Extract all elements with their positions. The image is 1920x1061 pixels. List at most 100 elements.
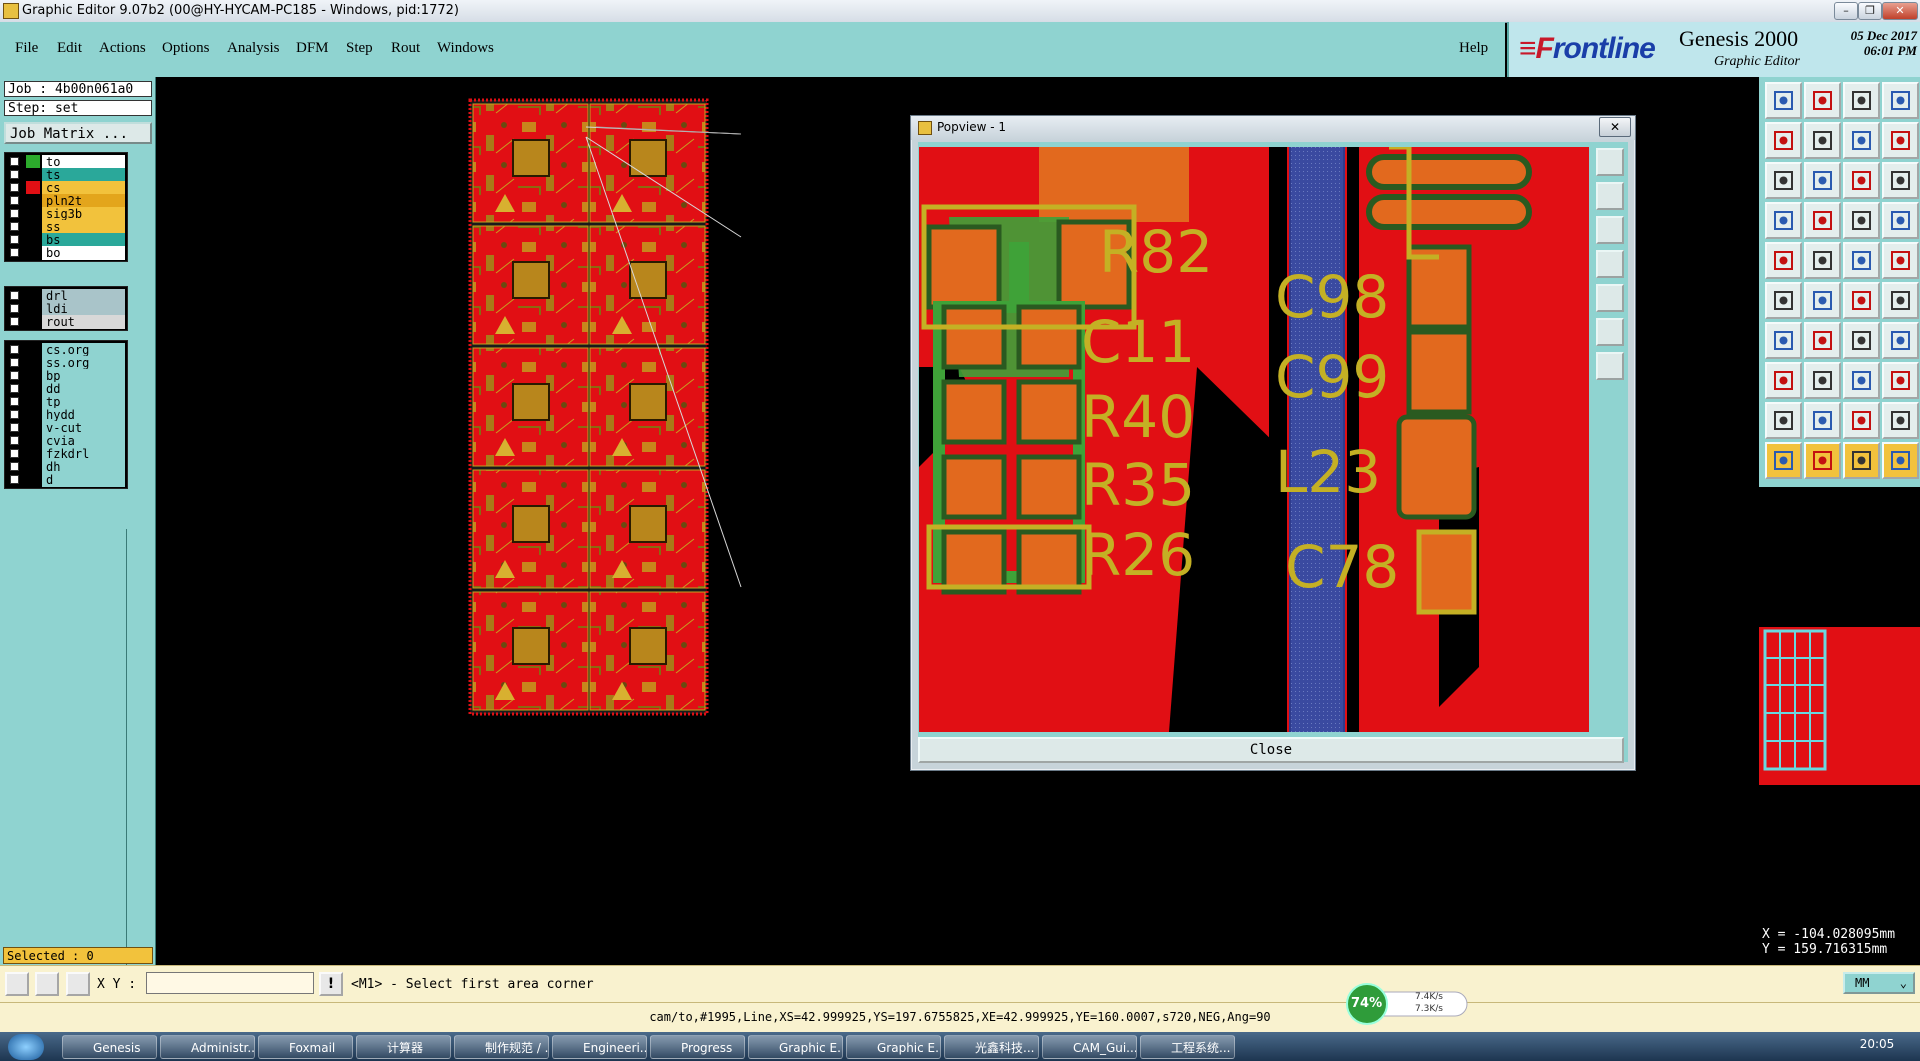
tool-button-0-0[interactable] [1765, 82, 1802, 119]
tool-button-9-1[interactable] [1804, 442, 1841, 479]
tool-button-2-3[interactable] [1882, 162, 1919, 199]
layer-checkbox[interactable] [10, 291, 19, 300]
menu-windows[interactable]: Windows [437, 40, 494, 57]
tool-button-7-1[interactable] [1804, 362, 1841, 399]
tool-button-5-1[interactable] [1804, 282, 1841, 319]
tool-button-5-3[interactable] [1882, 282, 1919, 319]
layer-row-bo[interactable]: bo [5, 245, 127, 261]
menu-step[interactable]: Step [346, 40, 373, 57]
layer-checkbox[interactable] [10, 462, 19, 471]
menu-file[interactable]: File [15, 40, 38, 57]
layer-checkbox[interactable] [10, 304, 19, 313]
tool-button-3-0[interactable] [1765, 202, 1802, 239]
menu-edit[interactable]: Edit [57, 40, 82, 57]
layer-name[interactable]: d [42, 473, 125, 487]
menu-dfm[interactable]: DFM [296, 40, 329, 57]
tool-button-1-1[interactable] [1804, 122, 1841, 159]
layer-checkbox[interactable] [10, 170, 19, 179]
tool-button-7-3[interactable] [1882, 362, 1919, 399]
tool-button-4-2[interactable] [1843, 242, 1880, 279]
layer-checkbox[interactable] [10, 209, 19, 218]
tool-button-6-0[interactable] [1765, 322, 1802, 359]
layer-row-d[interactable]: d [5, 472, 127, 488]
menu-analysis[interactable]: Analysis [227, 40, 280, 57]
taskbar-item[interactable]: Graphic E... [846, 1035, 941, 1059]
popview-tool-pan-button[interactable] [1596, 284, 1624, 312]
tool-button-0-2[interactable] [1843, 82, 1880, 119]
menu-rout[interactable]: Rout [391, 40, 420, 57]
tool-button-6-1[interactable] [1804, 322, 1841, 359]
grid-mode-button[interactable] [66, 972, 90, 996]
menu-help[interactable]: Help [1459, 40, 1488, 57]
tool-button-2-2[interactable] [1843, 162, 1880, 199]
popview-tool-redraw-button[interactable] [1596, 318, 1624, 346]
tool-button-9-2[interactable] [1843, 442, 1880, 479]
tool-button-5-0[interactable] [1765, 282, 1802, 319]
layer-checkbox[interactable] [10, 371, 19, 380]
taskbar-item[interactable]: Foxmail [258, 1035, 353, 1059]
popview-zoom-canvas[interactable]: R82 C11 R40 R35 R26 C98 C99 L23 C78 [919, 144, 1589, 732]
layer-checkbox[interactable] [10, 475, 19, 484]
tool-button-4-1[interactable] [1804, 242, 1841, 279]
tool-button-3-3[interactable] [1882, 202, 1919, 239]
layer-checkbox[interactable] [10, 183, 19, 192]
popview-tool-zoom-out-button[interactable] [1596, 216, 1624, 244]
close-window-button[interactable]: ✕ [1882, 2, 1918, 20]
tool-button-1-2[interactable] [1843, 122, 1880, 159]
tool-button-7-0[interactable] [1765, 362, 1802, 399]
units-selector[interactable]: MM ⌄ [1843, 972, 1915, 994]
popview-title-bar[interactable]: Popview - 1 ✕ [911, 116, 1635, 140]
warning-button[interactable]: ! [319, 972, 343, 996]
start-button[interactable] [8, 1034, 44, 1060]
layer-checkbox[interactable] [10, 222, 19, 231]
tool-button-6-3[interactable] [1882, 322, 1919, 359]
layer-name[interactable]: bo [42, 246, 125, 260]
taskbar-item[interactable]: 制作规范 / ... [454, 1035, 549, 1059]
tool-button-8-1[interactable] [1804, 402, 1841, 439]
tool-button-3-2[interactable] [1843, 202, 1880, 239]
menu-options[interactable]: Options [162, 40, 210, 57]
layer-checkbox[interactable] [10, 345, 19, 354]
tool-button-1-3[interactable] [1882, 122, 1919, 159]
taskbar-item[interactable]: 工程系统... [1140, 1035, 1235, 1059]
layer-checkbox[interactable] [10, 196, 19, 205]
layer-checkbox[interactable] [10, 436, 19, 445]
layer-checkbox[interactable] [10, 248, 19, 257]
layer-checkbox[interactable] [10, 358, 19, 367]
popview-close-button[interactable]: Close [918, 737, 1624, 763]
maximize-button[interactable]: ❐ [1858, 2, 1882, 20]
minimize-button[interactable]: – [1834, 2, 1858, 20]
tool-button-8-2[interactable] [1843, 402, 1880, 439]
tool-button-0-1[interactable] [1804, 82, 1841, 119]
overview-map[interactable] [1759, 627, 1920, 785]
tool-button-6-2[interactable] [1843, 322, 1880, 359]
layer-color-swatch[interactable] [26, 315, 40, 329]
taskbar-item[interactable]: 光鑫科技... [944, 1035, 1039, 1059]
layer-checkbox[interactable] [10, 384, 19, 393]
popview-tool-fit-button[interactable] [1596, 148, 1624, 176]
tool-button-0-3[interactable] [1882, 82, 1919, 119]
tool-button-5-2[interactable] [1843, 282, 1880, 319]
tool-button-7-2[interactable] [1843, 362, 1880, 399]
tool-button-2-0[interactable] [1765, 162, 1802, 199]
taskbar-item[interactable]: Engineeri... [552, 1035, 647, 1059]
menu-actions[interactable]: Actions [99, 40, 146, 57]
tool-button-4-3[interactable] [1882, 242, 1919, 279]
taskbar-item[interactable]: Administr... [160, 1035, 255, 1059]
taskbar-item[interactable]: 计算器 [356, 1035, 451, 1059]
angle-mode-button[interactable] [35, 972, 59, 996]
tool-button-8-3[interactable] [1882, 402, 1919, 439]
layer-checkbox[interactable] [10, 423, 19, 432]
snap-mode-button[interactable] [5, 972, 29, 996]
tool-button-9-0[interactable] [1765, 442, 1802, 479]
taskbar-item[interactable]: Genesis [62, 1035, 157, 1059]
layer-checkbox[interactable] [10, 235, 19, 244]
tool-button-9-3[interactable] [1882, 442, 1919, 479]
layer-name[interactable]: rout [42, 315, 125, 329]
tool-button-2-1[interactable] [1804, 162, 1841, 199]
taskbar-item[interactable]: CAM_Gui... [1042, 1035, 1137, 1059]
layer-color-swatch[interactable] [26, 246, 40, 260]
xy-input[interactable] [146, 972, 314, 994]
job-matrix-button[interactable]: Job Matrix ... [4, 122, 152, 144]
popview-tool-home-button[interactable] [1596, 250, 1624, 278]
